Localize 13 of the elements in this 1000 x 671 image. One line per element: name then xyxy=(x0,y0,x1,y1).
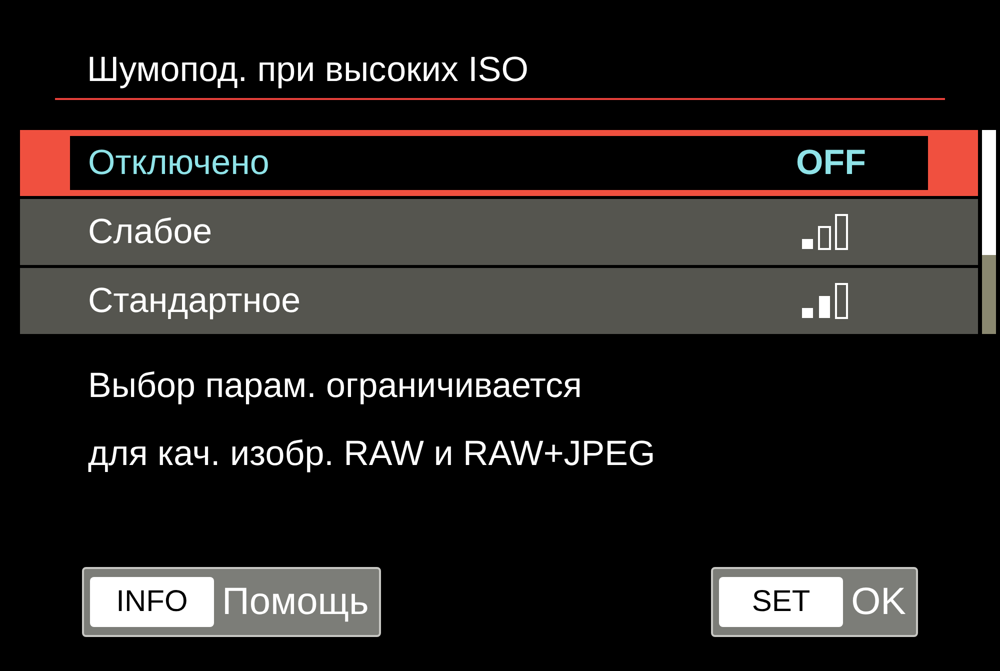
hint-button[interactable]: INFO Помощь xyxy=(82,567,381,637)
option-value: OFF xyxy=(796,142,866,184)
description-text: Выбор парам. ограничивается xyxy=(88,365,583,407)
option-label: Слабое xyxy=(88,210,212,253)
menu-title: Шумопод. при высоких ISO xyxy=(87,50,528,89)
hint-button[interactable]: SET OK xyxy=(711,567,918,637)
menu-option[interactable]: Отключено OFF xyxy=(20,130,978,196)
description-text: для кач. изобр. RAW и RAW+JPEG xyxy=(88,433,656,475)
menu-option[interactable]: Слабое xyxy=(20,199,978,265)
option-label: Стандартное xyxy=(88,280,301,322)
menu-option[interactable]: Стандартное xyxy=(20,268,978,334)
option-label: Отключено xyxy=(88,142,270,184)
scrollbar[interactable] xyxy=(982,130,996,334)
